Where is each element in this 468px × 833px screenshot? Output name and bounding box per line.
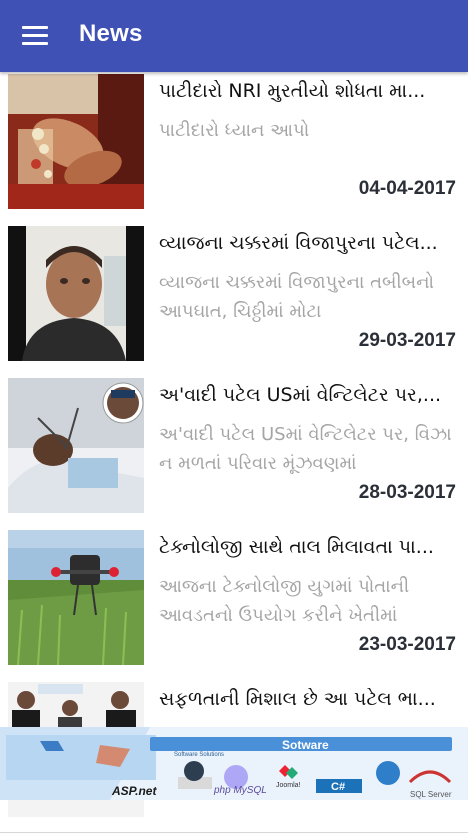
news-date: 29-03-2017: [358, 330, 456, 351]
ad-tech-sqlserver: SQL Server: [410, 790, 452, 799]
news-title: પાટીદારો NRI મુરતીયો શોધતા મા...: [159, 80, 426, 102]
news-description: અ'વાદી પટેલ USમાં વેન્ટિલેટર પર, વિઝા ન …: [159, 424, 452, 474]
news-item[interactable]: વ્યાજના ચક્કરમાં વિજાપુરના પટેલ... વ્યાજ…: [0, 224, 468, 377]
news-title: અ'વાદી પટેલ USમાં વેન્ટિલેટર પર,...: [159, 384, 442, 406]
news-item[interactable]: ટેક્નોલોજી સાથે તાલ મિલાવતા પા... આજના ટ…: [0, 528, 468, 681]
app-bar: News: [0, 0, 468, 72]
news-date: 04-04-2017: [358, 178, 456, 199]
news-title: સફળતાની મિશાલ છે આ પટેલ ભા...: [159, 688, 436, 710]
news-title: વ્યાજના ચક્કરમાં વિજાપુરના પટેલ...: [159, 232, 438, 254]
news-thumbnail: [8, 530, 144, 665]
news-description: આજના ટેક્નોલોજી યુગમાં પોતાની આવડતનો ઉપય…: [159, 576, 410, 626]
news-title: ટેક્નોલોજી સાથે તાલ મિલાવતા પા...: [159, 536, 434, 558]
ad-banner[interactable]: Sotware Software Solutions ASP.net php M…: [0, 727, 468, 800]
ad-heading: Sotware: [282, 738, 329, 752]
hamburger-menu-icon[interactable]: [22, 26, 48, 46]
news-item[interactable]: અ'વાદી પટેલ USમાં વેન્ટિલેટર પર,... અ'વા…: [0, 376, 468, 529]
news-item[interactable]: પાટીદારો NRI મુરતીયો શોધતા મા... પાટીદાર…: [0, 72, 468, 225]
news-description: પાટીદારો ધ્યાન આપો: [159, 120, 310, 141]
ad-tagline: Software Solutions: [174, 752, 224, 758]
news-thumbnail: [8, 378, 144, 513]
news-description: વ્યાજના ચક્કરમાં વિજાપુરના તબીબનો આપઘાત,…: [159, 272, 434, 322]
news-thumbnail: [8, 74, 144, 209]
page-title: News: [79, 20, 143, 47]
ad-tech-aspnet: ASP.net: [111, 784, 157, 798]
news-date: 28-03-2017: [358, 482, 456, 503]
ad-tech-joomla: Joomla!: [276, 782, 301, 789]
news-thumbnail: [8, 226, 144, 361]
news-date: 23-03-2017: [358, 634, 456, 655]
ad-tech-csharp: C#: [331, 781, 345, 793]
ad-tech-php-mysql: php MySQL: [213, 785, 267, 796]
